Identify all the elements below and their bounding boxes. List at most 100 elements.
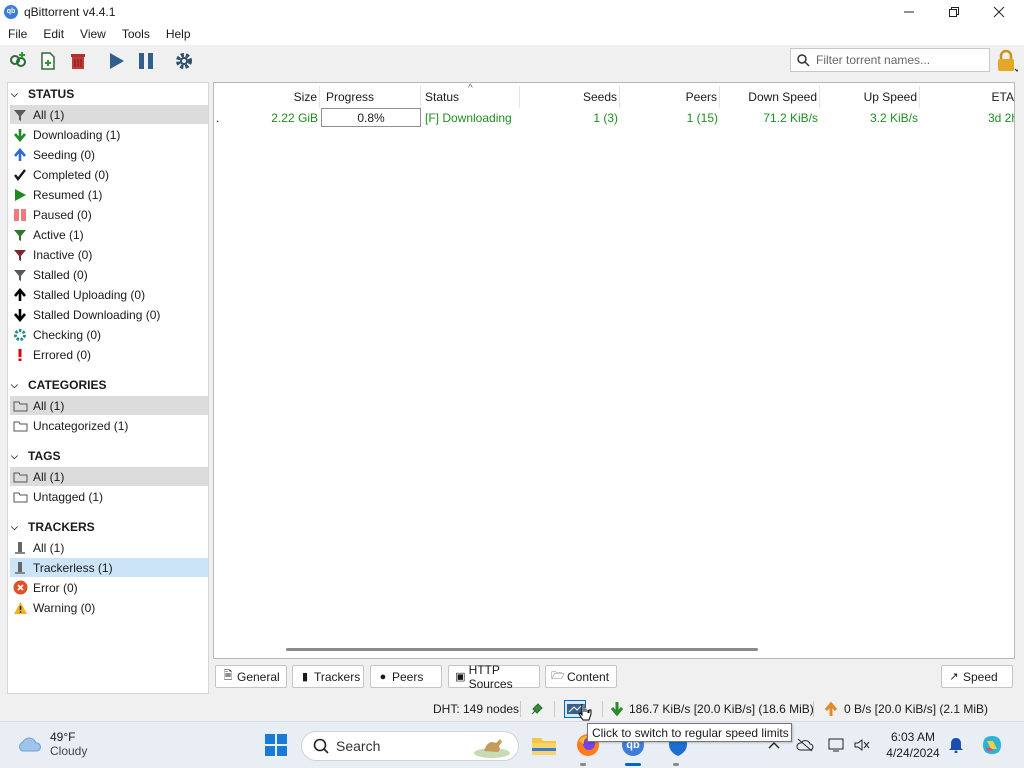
- status-item-checking[interactable]: Checking (0): [10, 325, 208, 344]
- status-item-stalled-downloading[interactable]: Stalled Downloading (0): [10, 305, 208, 324]
- tag-item-all[interactable]: All (1): [10, 467, 208, 486]
- minimize-button[interactable]: [886, 0, 932, 23]
- taskbar-clock[interactable]: 6:03 AM 4/24/2024: [880, 729, 946, 761]
- column-label: Status: [425, 90, 460, 104]
- tracker-item-trackerless[interactable]: Trackerless (1): [10, 558, 208, 577]
- onedrive-tray-icon[interactable]: [796, 736, 814, 754]
- column-label: Peers: [685, 90, 717, 104]
- display-tray-icon[interactable]: [828, 736, 846, 754]
- lock-icon: [998, 49, 1020, 72]
- tags-section-header[interactable]: ⌵ TAGS: [8, 447, 208, 465]
- delete-torrent-button[interactable]: [67, 50, 89, 72]
- status-label: Stalled Uploading (0): [33, 287, 146, 302]
- copilot-button[interactable]: [980, 733, 1004, 757]
- tracker-label: Error (0): [33, 580, 78, 595]
- clock-date: 4/24/2024: [886, 746, 940, 760]
- column-header-eta[interactable]: ETA: [920, 86, 1014, 108]
- status-label: Stalled Downloading (0): [33, 307, 161, 322]
- network-volume-tray-icon[interactable]: [853, 736, 871, 754]
- status-item-resumed[interactable]: Resumed (1): [10, 185, 208, 204]
- add-torrent-file-button[interactable]: [37, 50, 59, 72]
- tag-item-untagged[interactable]: Untagged (1): [10, 487, 208, 506]
- cell-status: [F] Downloading: [425, 111, 512, 125]
- upload-speed-status[interactable]: 0 B/s [20.0 KiB/s] (2.1 MiB): [844, 702, 988, 716]
- sort-ascending-icon: ^: [468, 83, 473, 94]
- start-button[interactable]: [263, 732, 289, 758]
- add-torrent-link-button[interactable]: [7, 50, 29, 72]
- categories-section-header[interactable]: ⌵ CATEGORIES: [8, 376, 208, 394]
- status-item-all[interactable]: All (1): [10, 105, 208, 124]
- funnel-icon: [12, 107, 28, 123]
- tracker-label: Trackerless (1): [33, 560, 113, 575]
- document-icon: 🗎: [223, 670, 233, 682]
- status-item-completed[interactable]: Completed (0): [10, 165, 208, 184]
- status-item-seeding[interactable]: Seeding (0): [10, 145, 208, 164]
- weather-widget[interactable]: 49°F Cloudy: [16, 730, 87, 758]
- filter-search-input[interactable]: Filter torrent names...: [816, 53, 930, 67]
- windows-logo-icon: [265, 734, 287, 756]
- tab-speed[interactable]: ↗ Speed: [941, 665, 1013, 688]
- status-section-header[interactable]: ⌵ STATUS: [8, 85, 208, 103]
- menu-file[interactable]: File: [0, 27, 35, 41]
- file-explorer-taskbar-button[interactable]: [531, 732, 557, 758]
- properties-tabs: 🗎 General ▮ Trackers ● Peers ▣ HTTP Sources …: [213, 663, 1015, 691]
- options-button[interactable]: [173, 50, 195, 72]
- menu-view[interactable]: View: [72, 27, 114, 41]
- status-label: Inactive (0): [33, 247, 93, 262]
- status-item-errored[interactable]: Errored (0): [10, 345, 208, 364]
- server-icon: [12, 560, 28, 576]
- status-item-inactive[interactable]: Inactive (0): [10, 245, 208, 264]
- globe-icon: ▣: [455, 671, 466, 683]
- taskbar-search[interactable]: Search: [301, 731, 519, 761]
- tab-label: Peers: [392, 669, 424, 684]
- tab-content[interactable]: 🗁 Content: [545, 665, 617, 688]
- pause-button[interactable]: [135, 50, 157, 72]
- pause-icon: [12, 207, 28, 223]
- category-item-uncategorized[interactable]: Uncategorized (1): [10, 416, 208, 435]
- trackers-section-header[interactable]: ⌵ TRACKERS: [8, 518, 208, 536]
- status-item-paused[interactable]: Paused (0): [10, 205, 208, 224]
- divider: [554, 701, 555, 717]
- running-indicator: [673, 763, 679, 766]
- menu-help[interactable]: Help: [158, 27, 199, 41]
- arrow-up-icon: [12, 147, 28, 163]
- tracker-item-error[interactable]: Error (0): [10, 578, 208, 597]
- status-label: Stalled (0): [33, 267, 88, 282]
- cell-size: 2.22 GiB: [271, 111, 318, 125]
- close-button[interactable]: [976, 0, 1022, 23]
- divider: [602, 701, 603, 717]
- download-speed-status[interactable]: 186.7 KiB/s [20.0 KiB/s] (18.6 MiB): [629, 702, 814, 716]
- column-header-seeds[interactable]: Seeds: [520, 86, 620, 108]
- column-header-down-speed[interactable]: Down Speed: [720, 86, 820, 108]
- server-icon: ▮: [301, 671, 309, 683]
- tab-general[interactable]: 🗎 General: [215, 665, 287, 688]
- horizontal-scrollbar[interactable]: [286, 648, 758, 651]
- taskbar-search-label: Search: [336, 738, 381, 754]
- menu-edit[interactable]: Edit: [35, 27, 72, 41]
- column-header-size[interactable]: Size: [220, 86, 320, 108]
- status-item-active[interactable]: Active (1): [10, 225, 208, 244]
- category-item-all[interactable]: All (1): [10, 396, 208, 415]
- tab-http-sources[interactable]: ▣ HTTP Sources: [448, 663, 540, 691]
- status-item-downloading[interactable]: Downloading (1): [10, 125, 208, 144]
- lock-ui-button[interactable]: [994, 49, 1020, 73]
- maximize-button[interactable]: [931, 0, 977, 23]
- tab-peers[interactable]: ● Peers: [370, 665, 442, 688]
- column-header-peers[interactable]: Peers: [620, 86, 720, 108]
- torrent-list[interactable]: Size Progress Status ^ Seeds Peers Down …: [213, 82, 1015, 659]
- line-chart-icon: ↗: [949, 671, 959, 683]
- status-item-stalled[interactable]: Stalled (0): [10, 265, 208, 284]
- tab-trackers[interactable]: ▮ Trackers: [292, 665, 364, 688]
- column-header-progress[interactable]: Progress: [322, 86, 421, 108]
- folder-icon: [12, 418, 28, 434]
- resume-button[interactable]: [105, 50, 127, 72]
- status-item-stalled-uploading[interactable]: Stalled Uploading (0): [10, 285, 208, 304]
- tracker-item-warning[interactable]: Warning (0): [10, 598, 208, 617]
- tab-label: General: [237, 669, 280, 684]
- filter-search-box[interactable]: Filter torrent names...: [790, 48, 990, 72]
- connection-status-icon[interactable]: [529, 701, 545, 720]
- notifications-button[interactable]: [947, 736, 965, 754]
- column-header-up-speed[interactable]: Up Speed: [820, 86, 920, 108]
- menu-tools[interactable]: Tools: [114, 27, 158, 41]
- tracker-item-all[interactable]: All (1): [10, 538, 208, 557]
